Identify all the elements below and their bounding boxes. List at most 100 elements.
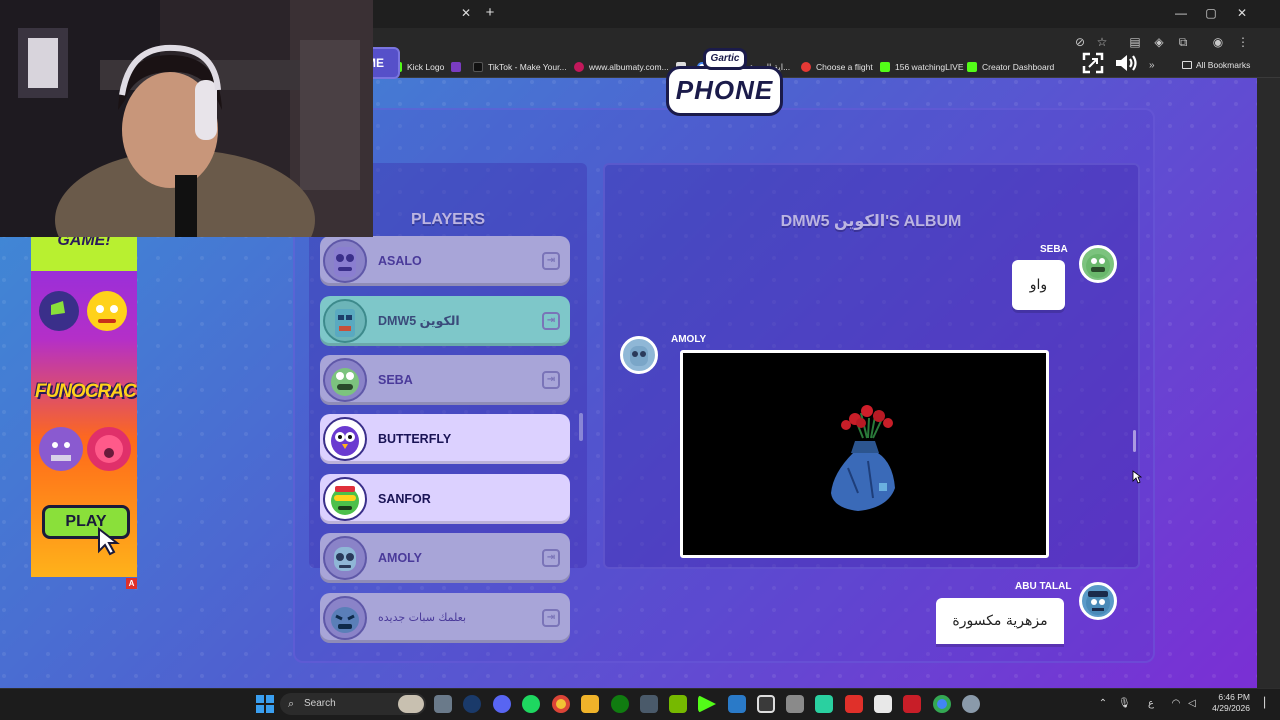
player-name: BUTTERFLY	[378, 432, 452, 446]
browser-menu-icon[interactable]: ⋮	[1235, 34, 1251, 50]
bookmark-tiktok[interactable]	[451, 60, 461, 74]
player-avatar	[323, 477, 367, 521]
media-icon[interactable]: ▤	[1127, 34, 1143, 50]
album-author-seba: SEBA	[1040, 244, 1068, 255]
album-scrollbar[interactable]	[1133, 430, 1136, 452]
nvidia-icon[interactable]	[669, 695, 687, 713]
extension-shield-icon[interactable]: ◈	[1151, 34, 1167, 50]
album-text-bubble-3: مزهرية مكسورة	[936, 598, 1064, 644]
wifi-icon[interactable]: ◠	[1170, 697, 1182, 711]
bookmarks-overflow-icon[interactable]: »	[1149, 60, 1155, 71]
album-author-abu-talal: ABU TALAL	[1015, 581, 1072, 592]
player-avatar	[323, 536, 367, 580]
player-row-asalo: ASALO ⇥	[320, 236, 570, 286]
adobe-icon[interactable]	[903, 695, 921, 713]
settings-gear-icon[interactable]	[962, 695, 980, 713]
microphone-icon[interactable]: 🎙	[1118, 697, 1131, 711]
steam-icon[interactable]	[463, 695, 481, 713]
player-avatar	[323, 417, 367, 461]
taskbar-clock[interactable]: 6:46 PM 4/29/2026	[1198, 692, 1250, 714]
players-scrollbar[interactable]	[579, 413, 583, 441]
windows-start-icon[interactable]	[256, 695, 274, 713]
webcam-overlay	[0, 0, 373, 237]
app-red-icon[interactable]	[845, 695, 863, 713]
player-avatar	[323, 239, 367, 283]
volume-icon[interactable]: ◁	[1186, 697, 1198, 711]
streamer-video	[0, 0, 373, 237]
logo-top-text: Gartic	[703, 48, 747, 70]
album-text-bubble-1: واو	[1012, 260, 1065, 310]
discord-icon[interactable]	[493, 695, 511, 713]
player-row-host: DMW5 الكوين ⇥	[320, 296, 570, 346]
app-green-icon[interactable]	[815, 695, 833, 713]
kick-icon	[967, 62, 977, 72]
albumaty-icon	[574, 62, 584, 72]
xbox-icon[interactable]	[611, 695, 629, 713]
logo-main-text: PHONE	[666, 66, 783, 116]
tray-overflow-icon[interactable]: ⌃	[1097, 697, 1109, 711]
bookmark-albumaty[interactable]: www.albumaty.com...	[574, 60, 669, 74]
clock-date: 4/29/2026	[1212, 703, 1250, 713]
capcut-icon[interactable]	[757, 695, 775, 713]
search-highlight-icon[interactable]	[398, 695, 424, 713]
chrome-active-icon[interactable]	[933, 695, 951, 713]
flight-icon	[801, 62, 811, 72]
ad-brand: FUNOCRACY	[35, 381, 137, 402]
app-white-icon[interactable]	[874, 695, 892, 713]
camera-blocked-icon[interactable]: ⊘	[1072, 34, 1088, 50]
ad-characters-top	[39, 291, 127, 331]
player-avatar	[323, 299, 367, 343]
sound-icon[interactable]	[1114, 52, 1140, 74]
folder-icon	[1182, 61, 1192, 69]
page-scrollbar[interactable]	[1257, 78, 1280, 688]
player-row-7: بعلمك سبات جديده ⇥	[320, 593, 570, 643]
kick-player-icon[interactable]: ⇥	[542, 312, 560, 330]
recycle-icon[interactable]	[786, 695, 804, 713]
new-tab-button[interactable]: +	[482, 5, 498, 21]
tab-close-icon[interactable]: ✕	[459, 6, 473, 20]
ad-choices-badge[interactable]: A	[126, 578, 137, 589]
player-avatar	[323, 596, 367, 640]
album-avatar-amoly	[620, 336, 658, 374]
player-row-seba: SEBA ⇥	[320, 355, 570, 405]
profile-avatar-icon[interactable]: ◉	[1210, 34, 1226, 50]
chrome-icon[interactable]	[552, 695, 570, 713]
bookmark-star-icon[interactable]: ☆	[1094, 34, 1110, 50]
tiktok-icon	[473, 62, 483, 72]
notification-icon[interactable]: ▏	[1262, 697, 1274, 711]
album-drawing	[680, 350, 1049, 558]
kick-player-icon[interactable]: ⇥	[542, 609, 560, 627]
kick-player-icon[interactable]: ⇥	[542, 371, 560, 389]
kick-player-icon[interactable]: ⇥	[542, 549, 560, 567]
fullscreen-icon[interactable]	[1082, 52, 1104, 74]
player-name: SEBA	[378, 373, 413, 387]
all-bookmarks-button[interactable]: All Bookmarks	[1182, 60, 1250, 70]
player-name: DMW5 الكوين	[378, 314, 460, 328]
bookmark-choose-flight[interactable]: Choose a flight	[801, 60, 873, 74]
ad-banner[interactable]: GAME! FUNOCRACY PLAY	[31, 237, 137, 577]
player-avatar	[323, 358, 367, 402]
extensions-puzzle-icon[interactable]: ⧉	[1175, 34, 1191, 50]
kick-icon	[880, 62, 890, 72]
album-avatar-seba	[1079, 245, 1117, 283]
maximize-button[interactable]: ▢	[1203, 5, 1219, 21]
app-icon[interactable]	[728, 695, 746, 713]
bookmark-watching-live[interactable]: 156 watchingLIVE	[880, 60, 964, 74]
spotify-icon[interactable]	[522, 695, 540, 713]
minimize-button[interactable]: —	[1173, 5, 1189, 21]
camera-app-icon[interactable]	[434, 695, 452, 713]
close-window-button[interactable]: ✕	[1234, 5, 1250, 21]
ad-characters-bottom	[39, 427, 131, 471]
language-indicator[interactable]: ع	[1145, 697, 1157, 711]
bookmark-tiktok-label[interactable]: TikTok - Make Your...	[473, 60, 567, 74]
player-row-amoly: AMOLY ⇥	[320, 533, 570, 583]
store-icon[interactable]	[640, 695, 658, 713]
file-explorer-icon[interactable]	[581, 695, 599, 713]
bookmark-creator-dashboard[interactable]: Creator Dashboard	[967, 60, 1054, 74]
player-name: AMOLY	[378, 551, 422, 565]
player-row-butterfly: BUTTERFLY	[320, 414, 570, 464]
kick-player-icon[interactable]: ⇥	[542, 252, 560, 270]
player-name: SANFOR	[378, 492, 431, 506]
player-name: ASALO	[378, 254, 422, 268]
site-favicon-icon	[451, 62, 461, 72]
